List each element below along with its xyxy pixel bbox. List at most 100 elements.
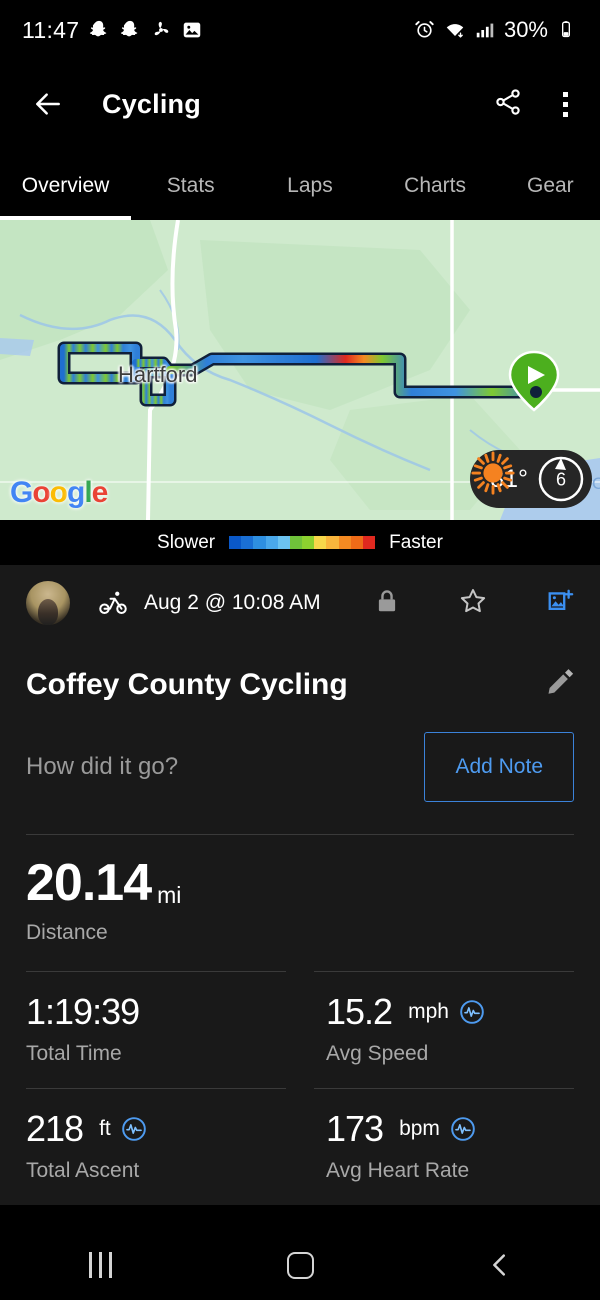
legend-swatch [338,536,351,549]
overflow-menu-icon [563,91,568,97]
stat-grid-row-2: 218 ft Total Ascent 173 bpm Avg Heart Ra… [0,1089,600,1205]
stat-distance-value: 20.14 [26,854,152,912]
battery-percent-label: 30% [503,17,548,42]
stat-avg-heart-rate-label: Avg Heart Rate [326,1159,470,1182]
stat-grid-row-1: 1:19:39 Total Time 15.2 mph Avg Speed [0,972,600,1088]
chart-waveform-icon[interactable] [450,1116,476,1142]
back-button[interactable] [26,82,70,126]
cycling-icon [98,588,128,618]
add-note-button[interactable]: Add Note [424,732,574,802]
weather-widget[interactable]: 81° 6 [470,450,592,508]
tab-charts[interactable]: Charts [370,174,501,220]
legend-swatch [314,536,327,549]
legend-swatch [363,536,376,549]
google-logo-letter: l [84,476,92,509]
photos-icon [181,19,203,41]
cellular-signal-icon [474,19,496,41]
google-logo-letter: o [49,476,68,509]
stat-total-ascent-value-row: 218 ft [26,1111,274,1147]
nav-back-icon [493,1254,505,1276]
stat-total-ascent-unit: ft [99,1117,111,1140]
app-bar: Cycling [0,60,600,148]
sun-icon [471,451,515,495]
recents-button[interactable] [0,1252,200,1278]
google-attribution-logo: Google [10,476,109,510]
nav-back-button[interactable] [400,1250,600,1280]
legend-swatch [253,536,266,549]
legend-gradient-bar [229,536,376,549]
stat-avg-heart-rate: 173 bpm Avg Heart Rate [300,1089,600,1205]
status-bar-clock: 11:47 [22,16,80,43]
activity-meta-row: Aug 2 @ 10:08 AM [0,565,600,641]
back-arrow-icon [36,93,60,115]
recents-icon [88,1252,112,1278]
stat-total-time-value-row: 1:19:39 [26,994,274,1030]
stat-distance-value-row: 20.14 mi [26,857,574,909]
stat-distance: 20.14 mi Distance [0,835,600,945]
map-city-label: Hartford [118,362,198,387]
activity-title-row: Coffey County Cycling [0,641,600,702]
legend-swatch [326,536,339,549]
stat-avg-speed-unit: mph [408,1000,449,1023]
stat-avg-speed-value-row: 15.2 mph [326,994,574,1030]
legend-swatch [350,536,363,549]
alarm-icon [414,19,436,41]
phone-screen: 11:47 30% Cycling Overview Stats Laps Ch… [0,0,600,1300]
snapchat-icon [88,19,110,41]
stat-avg-heart-rate-value-row: 173 bpm [326,1111,574,1147]
tab-charts-label: Charts [404,174,467,197]
avatar[interactable] [26,581,70,625]
stat-avg-heart-rate-unit: bpm [399,1117,440,1140]
legend-swatch [277,536,290,549]
stat-total-ascent-value: 218 [26,1108,84,1149]
share-icon [496,88,520,115]
battery-icon [556,19,578,41]
stat-total-time-value: 1:19:39 [26,991,140,1032]
share-button[interactable] [493,87,523,122]
tab-gear-label: Gear [526,174,574,197]
overflow-menu-icon [563,111,568,117]
overflow-menu-button[interactable] [557,86,574,123]
status-bar-left: 11:47 [22,17,203,44]
system-navigation-bar [0,1230,600,1300]
page-title: Cycling [102,88,201,119]
stat-total-time: 1:19:39 Total Time [0,972,300,1088]
google-logo-letter: e [91,476,109,509]
activity-meta-actions [374,586,574,621]
app-bar-actions [493,86,574,123]
stat-avg-speed-value: 15.2 [326,991,393,1032]
legend-swatch [241,536,254,549]
wifi-icon [444,19,466,41]
route-map[interactable]: Hartford Google Ot 81° 6 [0,220,600,520]
stat-total-time-label: Total Time [26,1042,122,1065]
home-button[interactable] [200,1251,400,1279]
status-bar-right: 30% [414,17,578,43]
activity-title: Coffey County Cycling [26,667,348,701]
legend-swatch [289,536,303,549]
tab-overview[interactable]: Overview [0,174,132,220]
lock-icon[interactable] [374,588,400,619]
activity-datetime: Aug 2 @ 10:08 AM [144,591,321,614]
add-photo-icon[interactable] [546,587,574,620]
home-icon [286,1251,314,1279]
legend-swatch [302,536,315,549]
tab-laps[interactable]: Laps [250,174,369,220]
tab-stats[interactable]: Stats [131,174,250,220]
stat-avg-speed: 15.2 mph Avg Speed [300,972,600,1088]
tab-overview-label: Overview [21,174,110,197]
chart-waveform-icon[interactable] [121,1116,147,1142]
wind-compass: 6 [536,454,586,504]
stat-avg-heart-rate-value: 173 [326,1108,384,1149]
stat-total-ascent-label: Total Ascent [26,1159,140,1182]
star-icon[interactable] [458,586,488,621]
pencil-icon[interactable] [544,667,574,702]
wind-speed-value: 6 [555,469,566,490]
tab-laps-label: Laps [287,174,333,197]
google-logo-letter: o [32,476,50,509]
tab-gear[interactable]: Gear [501,174,600,220]
note-placeholder[interactable]: How did it go? [26,753,178,781]
snapchat-icon [119,19,141,41]
google-logo-letter: g [67,476,85,509]
chart-waveform-icon[interactable] [459,999,485,1025]
